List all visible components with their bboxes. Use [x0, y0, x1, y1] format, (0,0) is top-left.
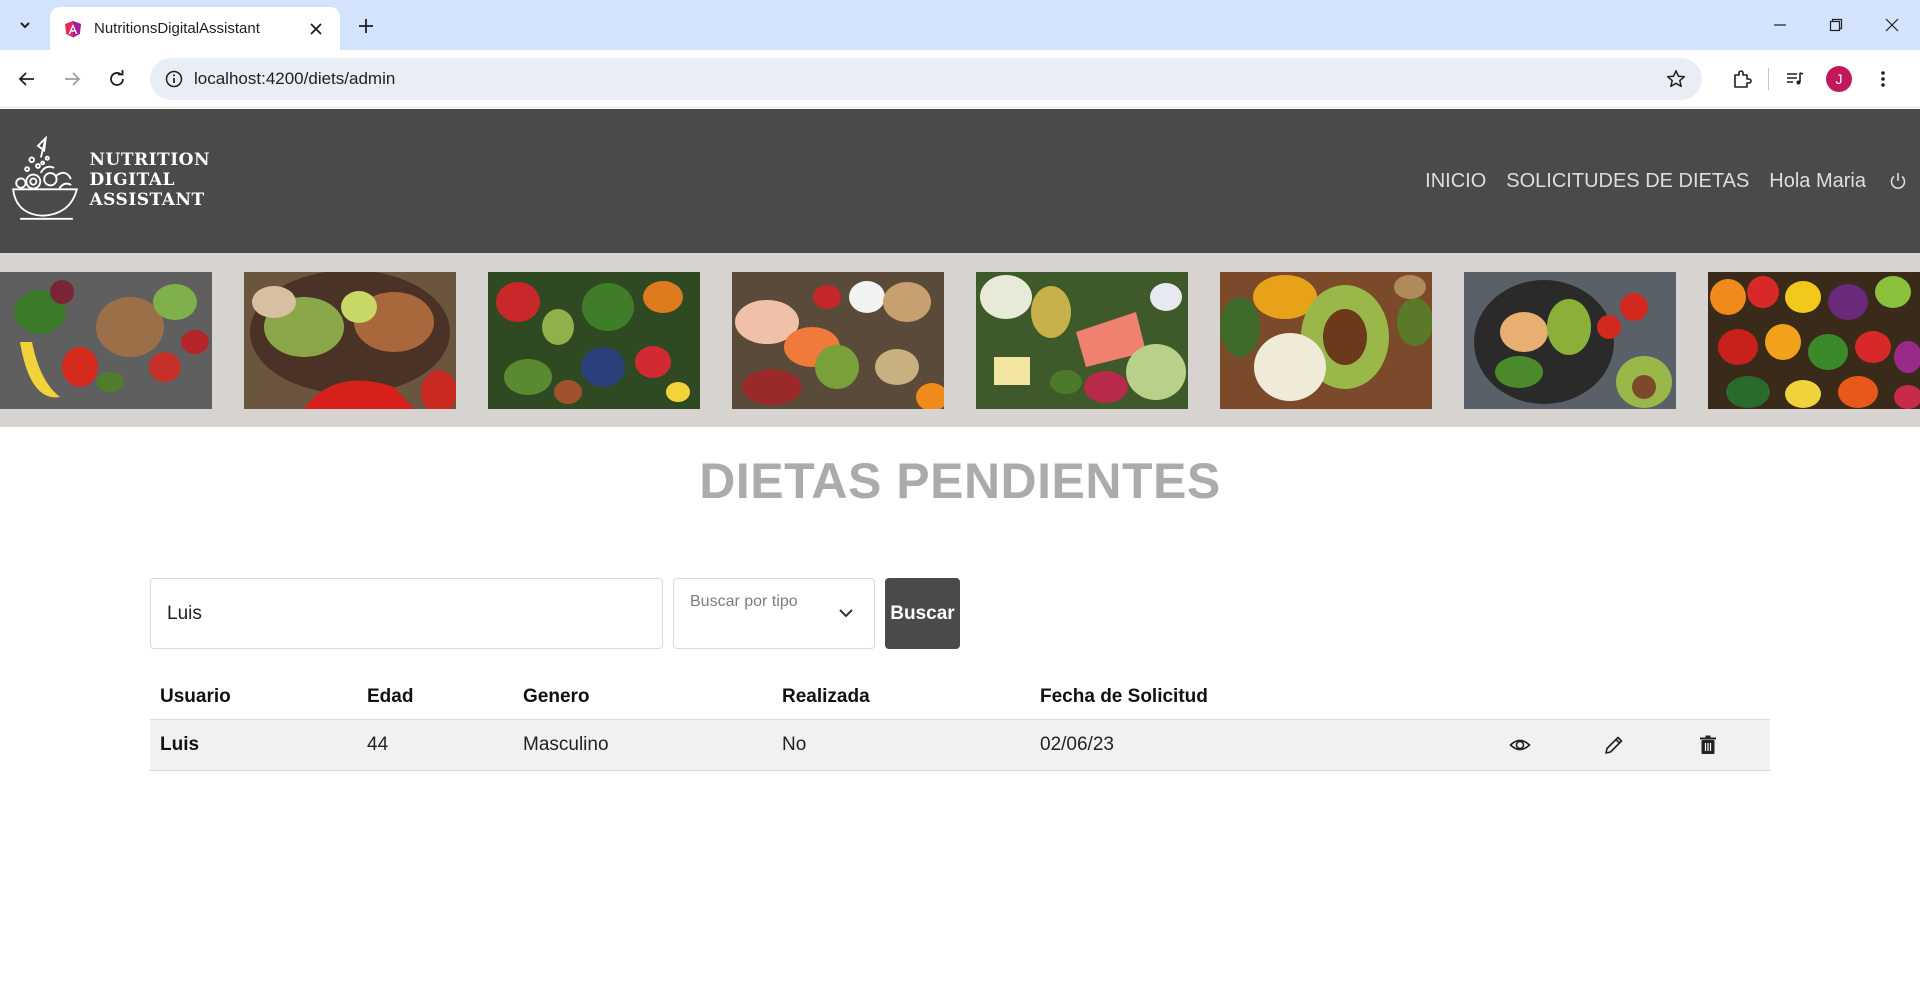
food-photo — [1220, 272, 1432, 409]
chevron-down-icon — [839, 609, 853, 618]
toolbar-divider — [1768, 68, 1769, 90]
extensions-icon[interactable] — [1720, 58, 1764, 100]
minimize-button[interactable] — [1752, 0, 1808, 50]
delete-button[interactable] — [1661, 734, 1755, 756]
column-header-request-date: Fecha de Solicitud — [1040, 686, 1208, 707]
close-icon — [1885, 18, 1899, 32]
site-info-icon[interactable] — [154, 58, 194, 100]
cell-user: Luis — [160, 734, 200, 755]
food-photo — [244, 272, 456, 409]
type-select-placeholder: Buscar por tipo — [690, 593, 798, 610]
type-select[interactable]: Buscar por tipo — [673, 578, 875, 649]
reload-button[interactable] — [102, 64, 132, 94]
logo-text: NUTRITION DIGITAL ASSISTANT — [89, 150, 210, 210]
page-title: DIETAS PENDIENTES — [699, 453, 1221, 509]
search-input[interactable] — [150, 578, 663, 649]
food-photo — [732, 272, 944, 409]
column-header-age: Edad — [367, 686, 414, 707]
reload-icon — [110, 70, 124, 86]
back-button[interactable] — [12, 64, 42, 94]
cell-request-date: 02/06/23 — [1040, 734, 1114, 755]
column-header-gender: Genero — [523, 686, 590, 707]
table-row: Luis 44 Masculino No 02/06/23 — [150, 720, 1770, 771]
food-photo — [488, 272, 700, 409]
logo-line: NUTRITION — [89, 150, 210, 170]
restore-button[interactable] — [1808, 0, 1864, 50]
view-button[interactable] — [1473, 734, 1567, 756]
table-header-row: Usuario Edad Genero Realizada Fecha de S… — [150, 675, 1770, 720]
tab-close-icon[interactable] — [306, 19, 326, 39]
new-tab-button[interactable] — [352, 12, 380, 40]
trash-icon — [1700, 735, 1716, 754]
user-greeting[interactable]: Hola Maria — [1769, 170, 1866, 193]
food-photo — [976, 272, 1188, 409]
plus-icon — [359, 19, 373, 33]
angular-icon — [65, 20, 81, 37]
food-photo — [0, 272, 212, 409]
food-image-carousel — [0, 253, 1920, 427]
food-photo — [1464, 272, 1676, 409]
minimize-icon — [1774, 24, 1786, 26]
power-logout-icon[interactable] — [1886, 169, 1910, 193]
close-window-button[interactable] — [1864, 0, 1920, 50]
main-nav: INICIO SOLICITUDES DE DIETAS Hola Maria — [1425, 169, 1910, 193]
avatar: J — [1826, 66, 1852, 92]
pencil-icon — [1605, 736, 1623, 754]
cell-done: No — [782, 734, 807, 755]
arrow-left-icon — [18, 72, 34, 86]
forward-button[interactable] — [57, 64, 87, 94]
browser-toolbar: localhost:4200/diets/admin J — [0, 50, 1920, 108]
arrow-right-icon — [65, 72, 81, 86]
restore-icon — [1829, 18, 1843, 32]
app-logo[interactable]: NUTRITION DIGITAL ASSISTANT — [10, 121, 210, 239]
tab-title: NutritionsDigitalAssistant — [94, 20, 260, 37]
browser-tabstrip: NutritionsDigitalAssistant — [0, 0, 1920, 50]
tab-search-button[interactable] — [10, 10, 40, 40]
toolbar-actions: J — [1720, 58, 1905, 100]
logo-line: ASSISTANT — [89, 190, 205, 210]
app-header: NUTRITION DIGITAL ASSISTANT INICIO SOLIC… — [0, 109, 1920, 253]
logo-line: DIGITAL — [89, 170, 175, 190]
cell-age: 44 — [367, 734, 389, 755]
menu-kebab-icon[interactable] — [1861, 58, 1905, 100]
column-header-done: Realizada — [782, 686, 870, 707]
address-bar[interactable]: localhost:4200/diets/admin — [150, 58, 1702, 100]
browser-tab[interactable]: NutritionsDigitalAssistant — [50, 7, 340, 50]
nav-link-inicio[interactable]: INICIO — [1425, 170, 1486, 193]
eye-icon — [1509, 739, 1531, 751]
bookmark-star-icon[interactable] — [1656, 58, 1696, 100]
cell-gender: Masculino — [523, 734, 609, 755]
media-queue-icon[interactable] — [1773, 58, 1817, 100]
food-photo — [1708, 272, 1920, 409]
column-header-user: Usuario — [160, 686, 231, 707]
pending-diets-table: Usuario Edad Genero Realizada Fecha de S… — [150, 675, 1770, 771]
nav-link-diet-requests[interactable]: SOLICITUDES DE DIETAS — [1506, 170, 1749, 193]
edit-button[interactable] — [1567, 734, 1661, 756]
chevron-down-icon — [20, 22, 30, 29]
salad-bowl-logo-icon — [12, 135, 78, 220]
window-controls — [1752, 0, 1920, 50]
url-text: localhost:4200/diets/admin — [194, 69, 396, 88]
profile-button[interactable]: J — [1817, 58, 1861, 100]
search-button[interactable]: Buscar — [885, 578, 960, 649]
